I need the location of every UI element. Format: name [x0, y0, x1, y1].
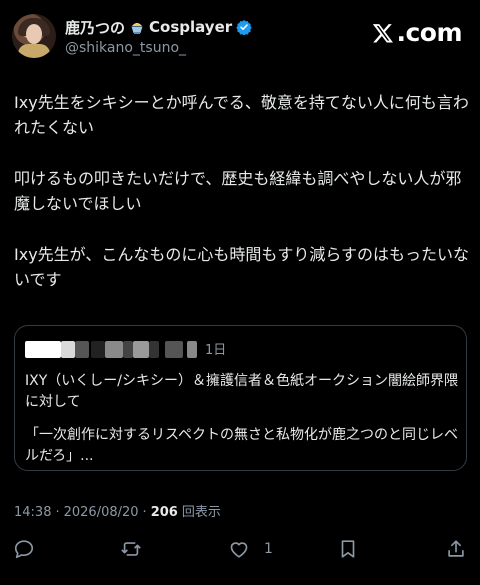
views-count: 206	[150, 505, 178, 520]
bookmark-button[interactable]	[335, 536, 361, 562]
name-row: 鹿乃つの Cosplayer	[65, 16, 252, 38]
avatar-clothing	[18, 44, 50, 58]
quoted-tweet[interactable]: 1日 IXY（いくしー/シキシー）＆擁護信者＆色紙オークション闇絵師界隈に対して…	[14, 325, 467, 471]
quote-time: 1日	[205, 343, 227, 358]
post-time[interactable]: 14:38	[14, 505, 51, 520]
tweet-paragraph: Ixy先生をシキシーとか呼んでる、敬意を持てない人に何も言われたくない	[14, 93, 469, 137]
separator: ·	[142, 505, 147, 520]
redacted-handle	[133, 341, 149, 358]
redacted-handle	[165, 341, 183, 358]
avatar[interactable]	[12, 14, 56, 58]
brand-text: .com	[396, 18, 462, 47]
user-handle[interactable]: @shikano_tsuno_	[65, 40, 186, 56]
brand-watermark: .com	[372, 18, 462, 47]
redacted-name	[91, 341, 105, 358]
reply-button[interactable]	[11, 536, 37, 562]
like-count: 1	[264, 541, 273, 557]
redacted-name	[75, 341, 89, 358]
tweet-meta: 14:38 · 2026/08/20 · 206 回表示	[14, 501, 221, 520]
retweet-button[interactable]	[118, 536, 144, 562]
separator: ·	[55, 505, 60, 520]
shaved-ice-emoji	[131, 23, 143, 34]
like-icon	[230, 542, 248, 558]
retweet-icon	[121, 542, 141, 556]
avatar-face	[26, 24, 42, 44]
post-date[interactable]: 2026/08/20	[64, 505, 139, 520]
redacted-name	[61, 341, 75, 358]
reply-icon	[14, 540, 34, 559]
redacted-handle	[149, 341, 159, 358]
redacted-avatar	[25, 341, 61, 358]
action-bar: 1	[0, 532, 480, 566]
quote-text: IXY（いくしー/シキシー）＆擁護信者＆色紙オークション闇絵師界隈に対して	[25, 373, 458, 410]
x-logo-icon	[373, 24, 394, 43]
bookmark-icon	[341, 540, 355, 558]
redacted-handle	[187, 341, 197, 358]
tweet-paragraph: 叩けるもの叩きたいだけで、歴史も経緯も調べやしない人が邪魔しないでほしい	[14, 169, 462, 213]
display-name-suffix[interactable]: Cosplayer	[149, 18, 232, 36]
quote-text: 「一次創作に対するリスペクトの無さと私物化が鹿之つのと同じレベルだろ」...	[25, 427, 459, 464]
share-icon	[448, 540, 464, 557]
verified-badge-icon	[236, 20, 252, 35]
views-label: 回表示	[181, 505, 221, 520]
display-name[interactable]: 鹿乃つの	[65, 17, 125, 38]
like-button[interactable]	[226, 536, 252, 562]
redacted-name	[105, 341, 123, 358]
tweet-paragraph: Ixy先生が、こんなものに心も時間もすり減らすのはもったいないです	[14, 245, 470, 289]
share-button[interactable]	[443, 536, 469, 562]
redacted-name	[123, 341, 133, 358]
